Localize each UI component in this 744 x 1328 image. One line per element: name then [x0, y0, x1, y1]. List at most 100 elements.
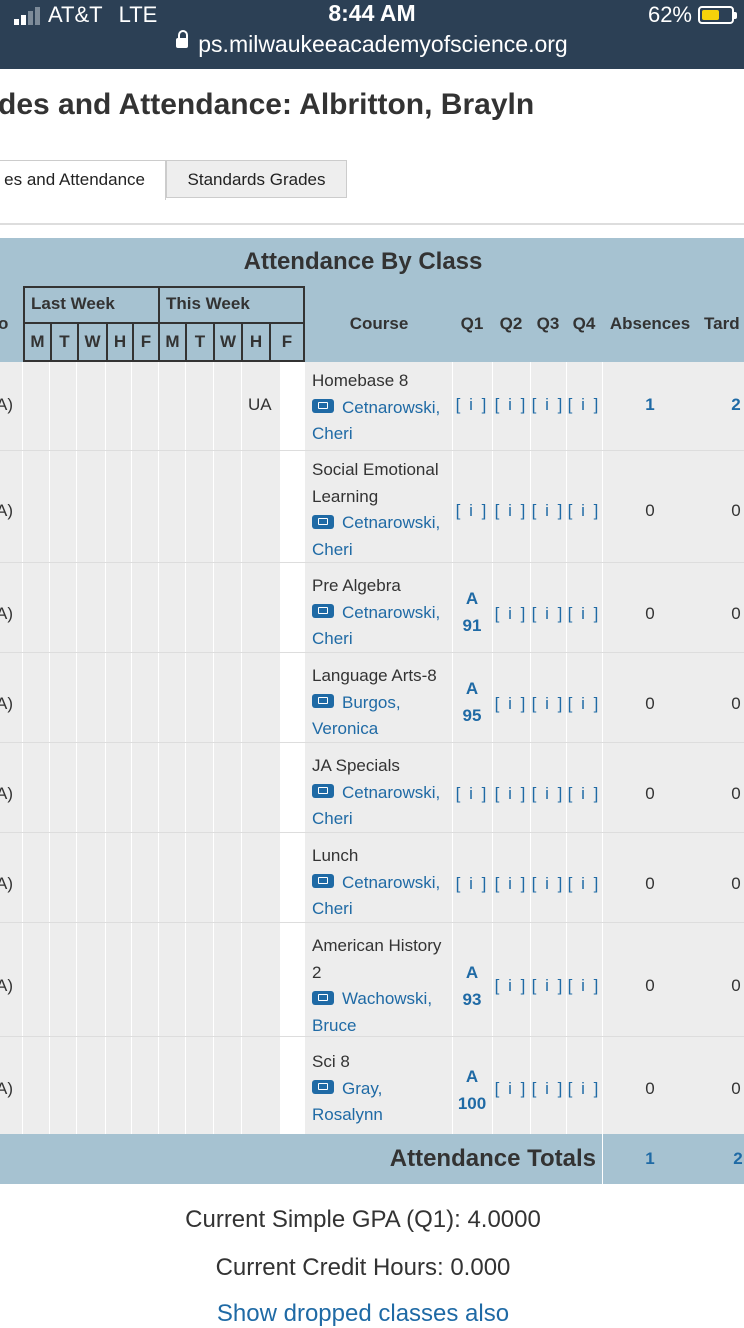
absences-count[interactable]: 1 [630, 395, 670, 415]
q1-grade-link[interactable]: A 95 [450, 675, 494, 729]
absences-count: 0 [645, 784, 655, 803]
day-header: W [77, 324, 106, 362]
teacher-link[interactable]: Cetnarowski, Cheri [312, 510, 452, 563]
q1-info-link[interactable]: [ i ] [454, 784, 490, 804]
status-bar: AT&T LTE 8:44 AM 62% ps.milwaukeeacademy… [0, 0, 744, 69]
q4-info-link[interactable]: [ i ] [566, 784, 602, 804]
q1-grade-link[interactable]: A 91 [450, 585, 494, 639]
teacher-info-icon[interactable] [312, 604, 334, 619]
q1-info-link[interactable]: [ i ] [454, 395, 490, 415]
teacher-link[interactable]: Wachowski, Bruce [312, 986, 452, 1039]
q3-info-link[interactable]: [ i ] [530, 501, 566, 521]
row-left-cell: A) [0, 395, 13, 414]
teacher-info-icon[interactable] [312, 784, 334, 799]
q3-column-header: Q3 [536, 314, 560, 333]
table-row: A) JA Specials Cetnarowski, Cheri [ i ] … [0, 742, 744, 832]
course-name: Social Emotional Learning [312, 460, 439, 506]
absences-count: 0 [645, 1079, 655, 1098]
q3-info-link[interactable]: [ i ] [530, 694, 566, 714]
teacher-link[interactable]: Burgos, Veronica [312, 690, 452, 743]
day-header: T [50, 324, 77, 362]
teacher-info-icon[interactable] [312, 694, 334, 709]
q4-info-link[interactable]: [ i ] [566, 501, 602, 521]
tardies-count: 0 [731, 604, 741, 623]
row-left-cell: A) [0, 976, 13, 995]
page-title: des and Attendance: Albritton, Brayln [0, 88, 535, 121]
q2-info-link[interactable]: [ i ] [493, 604, 529, 624]
q3-info-link[interactable]: [ i ] [530, 395, 566, 415]
total-absences[interactable]: 1 [630, 1149, 670, 1169]
day-header: H [106, 324, 132, 362]
address-bar[interactable]: ps.milwaukeeacademyofscience.org [0, 29, 744, 58]
last-week-header: Last Week [23, 286, 160, 324]
table-row: A) Lunch Cetnarowski, Cheri [ i ] [ i ] … [0, 832, 744, 922]
q2-info-link[interactable]: [ i ] [493, 694, 529, 714]
q4-info-link[interactable]: [ i ] [566, 694, 602, 714]
table-row: A) Sci 8 Gray, Rosalynn A 100 [ i ] [ i … [0, 1036, 744, 1134]
q1-grade-link[interactable]: A 93 [450, 959, 494, 1013]
tardies-count: 0 [731, 976, 741, 995]
url-text: ps.milwaukeeacademyofscience.org [198, 31, 568, 57]
battery-icon [698, 6, 737, 24]
q1-letter-grade: A [465, 963, 479, 982]
q2-info-link[interactable]: [ i ] [493, 976, 529, 996]
q4-info-link[interactable]: [ i ] [566, 395, 602, 415]
q4-info-link[interactable]: [ i ] [566, 1079, 602, 1099]
q2-info-link[interactable]: [ i ] [493, 874, 529, 894]
attendance-code[interactable]: UA [248, 395, 272, 415]
q3-info-link[interactable]: [ i ] [530, 604, 566, 624]
tardies-count[interactable]: 2 [716, 395, 744, 415]
teacher-link[interactable]: Cetnarowski, Cheri [312, 395, 452, 448]
table-title-band: Attendance By Class [0, 238, 744, 286]
teacher-link[interactable]: Cetnarowski, Cheri [312, 780, 452, 833]
teacher-info-icon[interactable] [312, 874, 334, 889]
q4-info-link[interactable]: [ i ] [566, 604, 602, 624]
tab-standards-grades[interactable]: Standards Grades [166, 160, 347, 198]
course-cell: Lunch Cetnarowski, Cheri [312, 843, 452, 923]
q1-info-link[interactable]: [ i ] [454, 874, 490, 894]
q2-info-link[interactable]: [ i ] [493, 1079, 529, 1099]
q2-info-link[interactable]: [ i ] [493, 501, 529, 521]
this-week-header: This Week [158, 286, 305, 324]
teacher-info-icon[interactable] [312, 514, 334, 529]
q2-info-link[interactable]: [ i ] [493, 784, 529, 804]
teacher-info-icon[interactable] [312, 990, 334, 1005]
teacher-link[interactable]: Gray, Rosalynn [312, 1076, 452, 1129]
q1-letter-grade: A [465, 679, 479, 698]
course-cell: Social Emotional Learning Cetnarowski, C… [312, 457, 452, 563]
tardies-count: 0 [731, 784, 741, 803]
q3-info-link[interactable]: [ i ] [530, 874, 566, 894]
q1-info-link[interactable]: [ i ] [454, 501, 490, 521]
absences-column-header: Absences [609, 314, 691, 333]
q3-info-link[interactable]: [ i ] [530, 784, 566, 804]
day-headers: M T W H F M T W H F [23, 324, 305, 362]
day-header: H [241, 324, 269, 362]
teacher-link[interactable]: Cetnarowski, Cheri [312, 600, 452, 653]
q1-grade-link[interactable]: A 100 [450, 1063, 494, 1117]
absences-count: 0 [645, 694, 655, 713]
course-name: Language Arts-8 [312, 666, 437, 685]
q3-info-link[interactable]: [ i ] [530, 976, 566, 996]
teacher-info-icon[interactable] [312, 399, 334, 414]
q2-info-link[interactable]: [ i ] [493, 395, 529, 415]
teacher-link[interactable]: Cetnarowski, Cheri [312, 870, 452, 923]
table-row: A) American History 2 Wachowski, Bruce A… [0, 922, 744, 1036]
q4-info-link[interactable]: [ i ] [566, 976, 602, 996]
q1-percent: 100 [457, 1094, 487, 1113]
row-left-cell: A) [0, 784, 13, 803]
table-title: Attendance By Class [243, 248, 483, 275]
teacher-info-icon[interactable] [312, 1080, 334, 1095]
q1-percent: 93 [462, 990, 482, 1009]
attendance-table: Attendance By Class o Last Week This Wee… [0, 238, 744, 1184]
current-gpa: Current Simple GPA (Q1): 4.0000 [185, 1206, 541, 1233]
tab-grades-attendance[interactable]: es and Attendance [0, 160, 166, 200]
q1-letter-grade: A [465, 1067, 479, 1086]
q4-info-link[interactable]: [ i ] [566, 874, 602, 894]
absences-count: 0 [645, 604, 655, 623]
row-left-cell: A) [0, 874, 13, 893]
total-tardies[interactable]: 2 [718, 1149, 744, 1169]
divider [0, 223, 744, 225]
q3-info-link[interactable]: [ i ] [530, 1079, 566, 1099]
tardies-count: 0 [731, 694, 741, 713]
q1-letter-grade: A [465, 589, 479, 608]
